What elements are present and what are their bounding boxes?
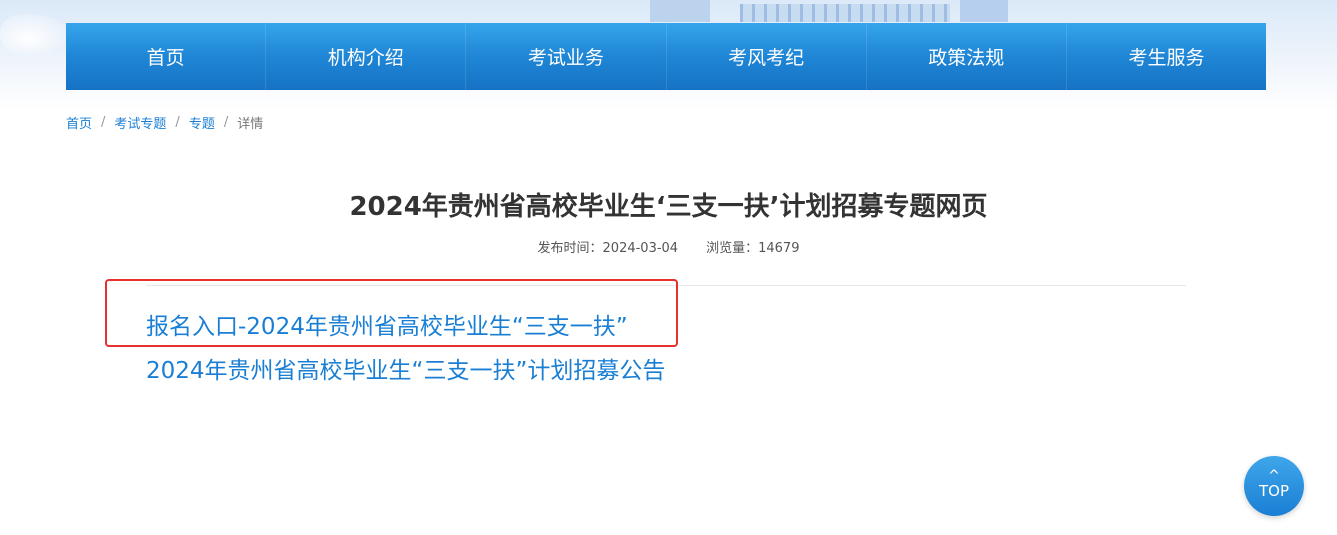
breadcrumb-separator: / xyxy=(223,115,229,130)
nav-item-about[interactable]: 机构介绍 xyxy=(266,23,467,90)
publish-date: 2024-03-04 xyxy=(602,241,679,256)
back-to-top-button[interactable]: ^ TOP xyxy=(1244,456,1304,516)
breadcrumb-separator: / xyxy=(101,115,106,130)
breadcrumb-home[interactable]: 首页 xyxy=(66,113,92,132)
building-decoration xyxy=(740,4,950,22)
chevron-up-icon: ^ xyxy=(1268,468,1280,484)
breadcrumb-exam-topics[interactable]: 考试专题 xyxy=(114,113,166,132)
breadcrumb-separator: / xyxy=(175,115,180,130)
article-meta: 发布时间：2024-03-04 浏览量：14679 xyxy=(0,237,1337,256)
recruitment-announcement-link[interactable]: 2024年贵州省高校毕业生“三支一扶”计划招募公告 xyxy=(146,351,665,385)
nav-item-exams[interactable]: 考试业务 xyxy=(466,23,667,90)
registration-entry-link[interactable]: 报名入口-2024年贵州省高校毕业生“三支一扶” xyxy=(146,307,628,341)
nav-item-discipline[interactable]: 考风考纪 xyxy=(667,23,867,90)
publish-date-label: 发布时间： xyxy=(537,241,603,256)
nav-item-policies[interactable]: 政策法规 xyxy=(867,23,1067,90)
breadcrumb-current: 详情 xyxy=(237,117,264,132)
main-nav: 首页 机构介绍 考试业务 考风考纪 政策法规 考生服务 xyxy=(66,23,1266,90)
cloud-decoration xyxy=(0,14,70,54)
views-count: 14679 xyxy=(758,241,800,256)
breadcrumb: 首页 / 考试专题 / 专题 / 详情 xyxy=(66,113,263,132)
views-label: 浏览量： xyxy=(706,241,759,256)
page-title: 2024年贵州省高校毕业生‘三支一扶’计划招募专题网页 xyxy=(349,192,988,222)
back-to-top-label: TOP xyxy=(1258,482,1289,500)
building-decoration xyxy=(960,0,1008,22)
breadcrumb-topics[interactable]: 专题 xyxy=(189,113,215,132)
nav-item-home[interactable]: 首页 xyxy=(66,23,267,90)
nav-item-services[interactable]: 考生服务 xyxy=(1067,23,1266,90)
building-decoration xyxy=(650,0,710,22)
